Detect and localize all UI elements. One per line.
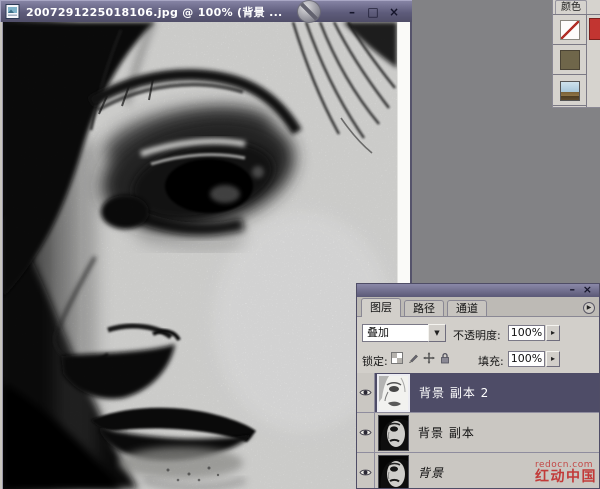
fill-input[interactable]: 100% [508, 351, 545, 367]
divider [586, 14, 587, 107]
visibility-toggle[interactable] [357, 453, 375, 488]
layer-row-background-copy-2[interactable]: 背景 副本 2 [357, 373, 599, 413]
blend-mode-select[interactable]: 叠加 [362, 324, 429, 342]
tab-layers[interactable]: 图层 [361, 298, 401, 317]
document-titlebar[interactable]: 2007291225018106.jpg @ 100% (背景 ... – □ … [0, 0, 412, 22]
checkerboard-icon [391, 352, 403, 364]
swatch-cell[interactable] [553, 45, 586, 75]
watermark-url: redocn.com [535, 461, 597, 470]
layer-name: 背景 [418, 464, 444, 481]
panel-close-button[interactable]: × [583, 284, 592, 296]
lock-transparency-button[interactable] [390, 351, 404, 365]
eye-icon [359, 388, 372, 397]
lock-label: 锁定: [362, 353, 388, 369]
layer-thumbnail[interactable] [378, 455, 409, 489]
lock-position-button[interactable] [422, 351, 436, 365]
document-title: 2007291225018106.jpg @ 100% (背景 ... [26, 4, 341, 20]
layers-panel-controls: 叠加 ▼ 不透明度: 100% ▸ 锁定: [357, 318, 599, 374]
arrow-right-icon: ▸ [551, 329, 555, 337]
color-panel: 颜色 [552, 0, 600, 108]
no-style-swatch-icon [560, 20, 580, 40]
olive-swatch-icon [560, 50, 580, 70]
visibility-toggle[interactable] [357, 373, 375, 412]
swatch-cell[interactable] [553, 15, 586, 45]
opacity-label: 不透明度: [453, 327, 501, 343]
document-file-icon [5, 4, 21, 19]
canvas-area[interactable] [3, 22, 397, 489]
portrait-image [3, 22, 397, 489]
maximize-button[interactable]: □ [367, 2, 379, 22]
tab-channels[interactable]: 通道 [447, 300, 487, 316]
swatch-cell[interactable] [553, 76, 586, 106]
visibility-toggle[interactable] [357, 413, 375, 452]
screenshot-root: 2007291225018106.jpg @ 100% (背景 ... – □ … [0, 0, 600, 489]
panel-menu-button[interactable]: ▶ [583, 302, 595, 314]
red-swatch[interactable] [589, 18, 600, 40]
opacity-slider-button[interactable]: ▸ [546, 325, 560, 341]
watermark-brand: 红动中国 [535, 470, 597, 485]
move-cross-icon [423, 352, 435, 364]
opacity-input[interactable]: 100% [508, 325, 545, 341]
fill-label: 填充: [478, 353, 504, 369]
menu-arrow-icon: ▶ [587, 305, 592, 311]
arrow-right-icon: ▸ [551, 355, 555, 363]
layer-name: 背景 副本 [418, 424, 475, 441]
layers-panel-titlebar[interactable]: – × [357, 284, 599, 297]
layer-name: 背景 副本 2 [419, 384, 489, 401]
fill-slider-button[interactable]: ▸ [546, 351, 560, 367]
lock-all-button[interactable] [438, 351, 452, 365]
site-watermark: redocn.com 红动中国 [535, 461, 597, 485]
document-window: 2007291225018106.jpg @ 100% (背景 ... – □ … [0, 0, 412, 489]
lock-pixels-button[interactable] [406, 351, 420, 365]
minimize-button[interactable]: – [346, 2, 358, 22]
blend-mode-dropdown-button[interactable]: ▼ [428, 324, 446, 342]
stamp-badge-icon [297, 0, 321, 23]
panel-minimize-button[interactable]: – [570, 284, 576, 296]
chevron-down-icon: ▼ [434, 330, 439, 337]
eye-icon [359, 468, 372, 477]
layer-thumbnail[interactable] [378, 415, 409, 451]
tab-color[interactable]: 颜色 [555, 0, 587, 14]
pattern-swatch-icon [560, 81, 580, 101]
eye-icon [359, 428, 372, 437]
layers-panel-tabs: 图层 路径 通道 ▶ [357, 297, 599, 317]
padlock-icon [439, 352, 451, 364]
layers-panel: – × 图层 路径 通道 ▶ 叠加 ▼ 不透明度: 100% ▸ 锁定: [356, 283, 600, 489]
layer-row-background-copy[interactable]: 背景 副本 [357, 413, 599, 453]
paintbrush-icon [407, 352, 419, 364]
tab-paths[interactable]: 路径 [404, 300, 444, 316]
close-button[interactable]: × [388, 2, 400, 22]
layer-thumbnail[interactable] [377, 374, 410, 412]
